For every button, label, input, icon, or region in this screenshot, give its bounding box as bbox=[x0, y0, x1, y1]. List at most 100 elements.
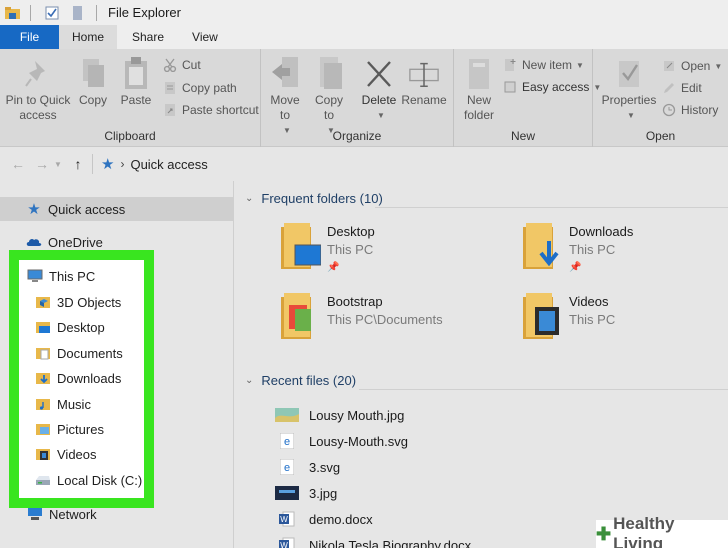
nav-quick-access[interactable]: ★ Quick access bbox=[26, 201, 126, 218]
cut-button[interactable]: Cut bbox=[162, 55, 201, 75]
videos-folder-icon bbox=[35, 446, 51, 462]
new-folder-button[interactable]: New folder bbox=[458, 55, 500, 123]
history-icon bbox=[661, 102, 677, 118]
frequent-folders-title: Frequent folders (10) bbox=[261, 191, 383, 206]
divider bbox=[375, 207, 728, 208]
copy-to-label: Copy to bbox=[314, 93, 343, 122]
copy-path-icon bbox=[162, 80, 178, 96]
easy-access-button[interactable]: Easy access ▼ bbox=[502, 77, 601, 97]
recent-file-row[interactable]: W demo.docx bbox=[275, 509, 373, 529]
ribbon: Pin to Quick access Copy Paste Cut Copy … bbox=[0, 49, 728, 147]
new-group: New folder New item ▼ Easy access ▼ New bbox=[454, 49, 601, 147]
folder-tile-downloads[interactable]: Downloads This PC 📌 bbox=[523, 223, 633, 277]
chevron-down-icon: ▼ bbox=[377, 111, 385, 120]
nav-item-music[interactable]: Music bbox=[35, 396, 91, 412]
computer-icon bbox=[27, 268, 43, 284]
nav-item-label: 3D Objects bbox=[57, 294, 122, 310]
open-label: Open bbox=[681, 59, 711, 73]
nav-item-label: Videos bbox=[57, 446, 97, 462]
properties-icon bbox=[613, 55, 645, 89]
folder-location: This PC bbox=[327, 242, 374, 257]
properties-label: Properties bbox=[601, 93, 657, 107]
recent-file-row[interactable]: Lousy Mouth.jpg bbox=[275, 405, 404, 425]
chevron-down-icon: ▼ bbox=[576, 60, 584, 70]
nav-network[interactable]: Network bbox=[27, 506, 97, 522]
title-bar: File Explorer bbox=[0, 0, 728, 25]
copy-button[interactable]: Copy bbox=[76, 55, 110, 108]
up-arrow-icon[interactable]: ↑ bbox=[68, 154, 88, 174]
recent-file-row[interactable]: W Nikola Tesla Biography.docx bbox=[275, 535, 471, 548]
nav-item-pictures[interactable]: Pictures bbox=[35, 421, 104, 437]
nav-item-local-disk[interactable]: Local Disk (C:) bbox=[35, 472, 142, 488]
file-name: 3.svg bbox=[309, 459, 341, 475]
recent-file-row[interactable]: e Lousy-Mouth.svg bbox=[275, 431, 408, 451]
organize-group-label: Organize bbox=[332, 129, 382, 143]
rename-button[interactable]: Rename bbox=[401, 55, 447, 108]
nav-quick-access-label: Quick access bbox=[48, 201, 126, 217]
forward-arrow-icon[interactable]: → bbox=[32, 154, 52, 174]
tab-file[interactable]: File bbox=[0, 25, 59, 49]
desktop-folder-icon bbox=[281, 223, 322, 269]
nav-item-documents[interactable]: Documents bbox=[35, 345, 123, 361]
rename-icon bbox=[408, 55, 440, 89]
properties-button[interactable]: Properties ▼ bbox=[599, 55, 659, 123]
copy-path-button[interactable]: Copy path bbox=[162, 78, 237, 98]
tab-home[interactable]: Home bbox=[59, 25, 117, 49]
chevron-down-icon[interactable]: ▼ bbox=[52, 154, 64, 174]
watermark-logo: ✚ Healthy Living bbox=[596, 514, 728, 548]
delete-button[interactable]: Delete ▼ bbox=[359, 55, 399, 123]
edit-button[interactable]: Edit bbox=[661, 78, 702, 98]
new-folder-icon[interactable] bbox=[70, 5, 86, 20]
svg-text:e: e bbox=[284, 462, 290, 474]
paste-shortcut-label: Paste shortcut bbox=[182, 103, 259, 117]
nav-item-label: Documents bbox=[57, 345, 123, 361]
downloads-folder-icon bbox=[523, 223, 563, 269]
scissors-icon bbox=[162, 57, 178, 73]
open-button[interactable]: Open ▼ bbox=[661, 56, 722, 76]
nav-this-pc[interactable]: This PC bbox=[27, 268, 95, 284]
file-name: demo.docx bbox=[309, 511, 373, 527]
paste-button[interactable]: Paste bbox=[118, 55, 154, 108]
copy-to-button[interactable]: Copy to ▼ bbox=[311, 55, 347, 138]
frequent-folders-header[interactable]: ⌄ Frequent folders (10) bbox=[245, 191, 383, 206]
breadcrumb[interactable]: Quick access bbox=[130, 157, 207, 172]
pin-to-quick-access-button[interactable]: Pin to Quick access bbox=[4, 55, 72, 123]
folder-icon[interactable] bbox=[4, 6, 20, 20]
recent-file-row[interactable]: e 3.svg bbox=[275, 457, 340, 477]
nav-item-desktop[interactable]: Desktop bbox=[35, 319, 105, 335]
nav-item-label: Desktop bbox=[57, 319, 105, 335]
folder-tile-videos[interactable]: Videos This PC bbox=[523, 293, 615, 339]
new-item-icon bbox=[502, 57, 518, 73]
paste-shortcut-button[interactable]: Paste shortcut bbox=[162, 100, 259, 120]
nav-onedrive[interactable]: OneDrive bbox=[26, 234, 103, 250]
address-bar: ← → ▼ ↑ ★ › Quick access bbox=[0, 148, 728, 180]
recent-files-header[interactable]: ⌄ Recent files (20) bbox=[245, 373, 356, 388]
file-name: Nikola Tesla Biography.docx bbox=[309, 537, 472, 548]
tab-share[interactable]: Share bbox=[117, 25, 179, 49]
cut-label: Cut bbox=[182, 58, 201, 72]
folder-tile-desktop[interactable]: Desktop This PC 📌 bbox=[281, 223, 375, 277]
file-name: Lousy-Mouth.svg bbox=[309, 433, 408, 449]
back-arrow-icon[interactable]: ← bbox=[8, 154, 28, 174]
new-item-button[interactable]: New item ▼ bbox=[502, 55, 584, 75]
nav-item-videos[interactable]: Videos bbox=[35, 446, 97, 462]
folder-location: This PC bbox=[569, 242, 616, 257]
tab-view[interactable]: View bbox=[179, 25, 231, 49]
folder-tile-bootstrap[interactable]: Bootstrap This PC\Documents bbox=[281, 293, 443, 339]
recent-file-row[interactable]: 3.jpg bbox=[275, 483, 337, 503]
copy-path-label: Copy path bbox=[182, 81, 237, 95]
nav-item-label: Music bbox=[57, 396, 91, 412]
file-name: 3.jpg bbox=[309, 485, 338, 501]
divider bbox=[359, 389, 728, 390]
nav-item-downloads[interactable]: Downloads bbox=[35, 370, 121, 386]
properties-check-icon[interactable] bbox=[44, 6, 60, 20]
documents-folder-icon bbox=[35, 345, 51, 361]
jpg-image-icon bbox=[275, 407, 299, 423]
nav-item-3d-objects[interactable]: 3D Objects bbox=[35, 294, 121, 310]
hard-drive-icon bbox=[35, 472, 51, 488]
edit-icon bbox=[661, 80, 677, 96]
chevron-down-icon: ⌄ bbox=[245, 375, 254, 386]
history-button[interactable]: History bbox=[661, 100, 718, 120]
delete-label: Delete bbox=[361, 93, 397, 107]
move-to-button[interactable]: Move to ▼ bbox=[267, 55, 303, 138]
